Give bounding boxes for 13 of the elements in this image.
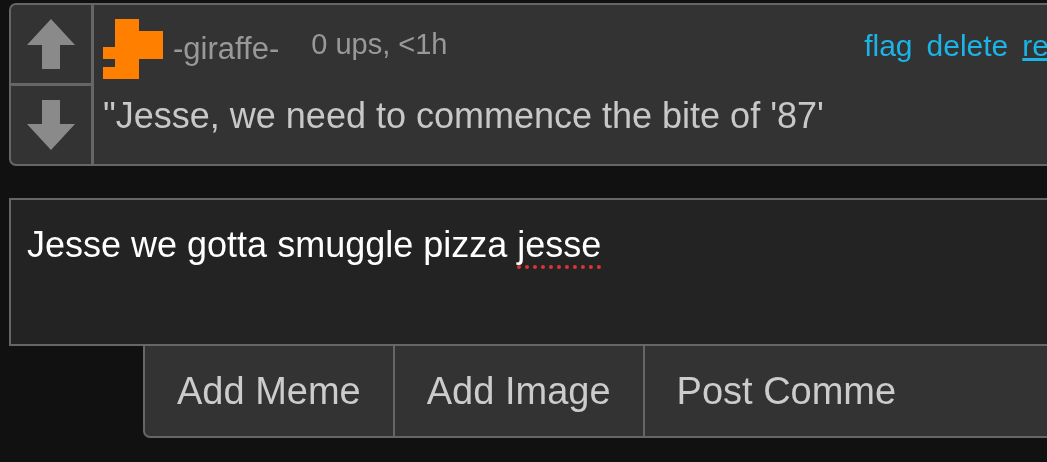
up-arrow-icon	[27, 19, 75, 69]
username-link[interactable]: -giraffe-	[173, 31, 280, 67]
reply-field[interactable]: Jesse we gotta smuggle pizza jesse	[9, 198, 1047, 346]
action-button[interactable]: Add Meme	[143, 346, 395, 438]
comment-meta: 0 ups, <1h	[311, 27, 448, 61]
comment-link[interactable]: delete	[926, 29, 1009, 63]
avatar-icon	[103, 19, 163, 79]
action-button[interactable]: Add Image	[394, 346, 645, 438]
action-button[interactable]: Post Comme	[644, 346, 1047, 438]
comment-link[interactable]: flag	[864, 29, 913, 63]
down-arrow-icon	[27, 100, 75, 150]
comment-text: "Jesse, we need to commence the bite of '87'	[103, 95, 825, 137]
comment-link[interactable]: re	[1022, 29, 1047, 63]
